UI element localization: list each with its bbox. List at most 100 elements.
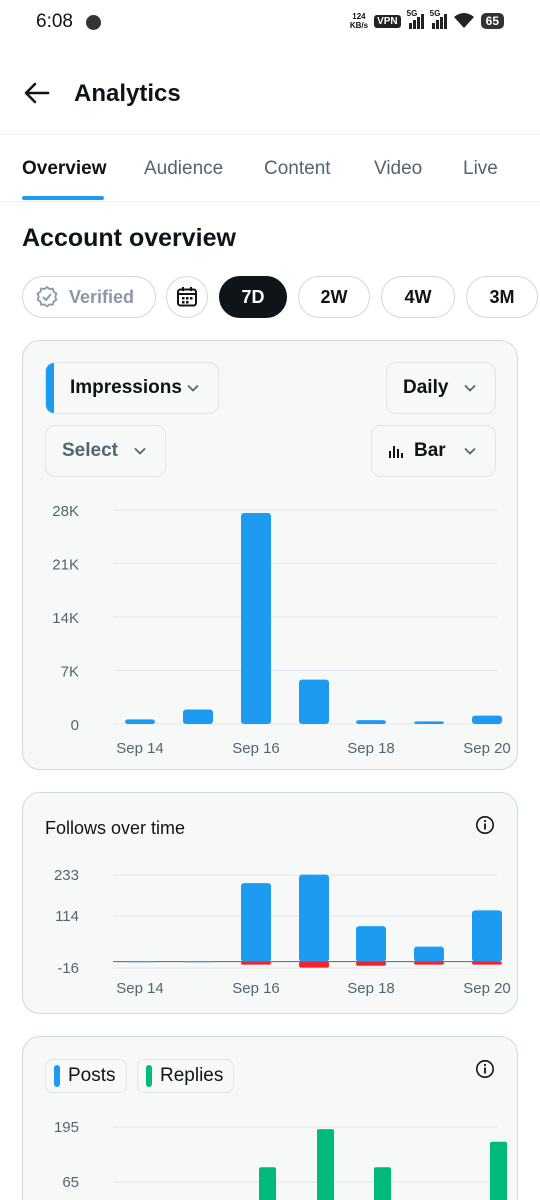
follows-bar bbox=[356, 926, 386, 962]
calendar-button[interactable] bbox=[166, 276, 208, 318]
info-icon[interactable] bbox=[475, 815, 495, 835]
x-tick-label: Sep 16 bbox=[232, 740, 280, 757]
info-icon[interactable] bbox=[475, 1059, 495, 1079]
follows-bar bbox=[414, 946, 444, 962]
y-tick-label: 21K bbox=[52, 557, 79, 574]
impressions-chart: 28K 21K 14K 7K 0 Sep 14 Sep 16 Sep 18 Sep 20 bbox=[52, 503, 511, 757]
chevron-down-icon bbox=[464, 447, 476, 455]
status-time: 6:08 bbox=[36, 11, 73, 32]
y-tick-label: 0 bbox=[71, 717, 79, 734]
chart-type-dropdown-label: Bar bbox=[414, 440, 446, 461]
notification-icon bbox=[86, 15, 101, 30]
follows-bar bbox=[472, 910, 502, 962]
verified-filter[interactable]: Verified bbox=[22, 276, 156, 318]
impressions-bar bbox=[356, 720, 386, 724]
replies-bar bbox=[317, 1129, 334, 1200]
impressions-bar bbox=[125, 719, 155, 724]
x-tick-label: Sep 14 bbox=[116, 740, 164, 757]
tab-live[interactable]: Live bbox=[463, 158, 498, 180]
unfollows-bar bbox=[472, 961, 502, 965]
range-3m-button[interactable]: 3M bbox=[466, 276, 538, 318]
unfollows-bar bbox=[356, 961, 386, 966]
posts-replies-card: Posts Replies 195 65 bbox=[22, 1036, 518, 1200]
unfollows-bar bbox=[241, 961, 271, 965]
chart-type-dropdown[interactable]: Bar bbox=[371, 425, 496, 477]
active-tab-indicator bbox=[22, 196, 104, 200]
range-2w-button[interactable]: 2W bbox=[298, 276, 370, 318]
tab-overview[interactable]: Overview bbox=[22, 158, 107, 180]
verified-badge-icon bbox=[36, 285, 58, 308]
replies-bar bbox=[374, 1167, 391, 1200]
section-title: Account overview bbox=[22, 224, 236, 252]
impressions-bar bbox=[183, 709, 213, 724]
tab-content[interactable]: Content bbox=[264, 158, 331, 180]
posts-replies-chart: 195 65 bbox=[54, 1119, 507, 1200]
y-tick-label: 14K bbox=[52, 610, 79, 627]
back-arrow-icon[interactable] bbox=[22, 78, 52, 108]
follows-bar bbox=[125, 961, 155, 963]
unfollows-bar bbox=[414, 961, 444, 965]
chevron-down-icon bbox=[187, 384, 199, 392]
x-tick-label: Sep 20 bbox=[463, 740, 511, 757]
interval-dropdown-label: Daily bbox=[403, 377, 449, 398]
legend-posts-label: Posts bbox=[68, 1065, 116, 1086]
impressions-card: Impressions Daily Select Bar 28K 21K 14K 7K… bbox=[22, 340, 518, 770]
y-tick-label: 28K bbox=[52, 503, 79, 520]
follows-bar bbox=[241, 883, 271, 962]
x-tick-label: Sep 18 bbox=[347, 740, 395, 757]
calendar-icon bbox=[177, 287, 197, 307]
follows-card: Follows over time 233 114 -16 Sep 14 Sep 16 S… bbox=[22, 792, 518, 1014]
network-speed: 124 KB/s bbox=[349, 12, 369, 30]
battery-icon: 65 bbox=[480, 13, 504, 29]
signal-icon-2: 5G bbox=[430, 9, 447, 29]
metric-dropdown-label: Impressions bbox=[70, 377, 182, 398]
tab-audience[interactable]: Audience bbox=[144, 158, 223, 180]
x-tick-label: Sep 18 bbox=[347, 980, 395, 997]
impressions-bar bbox=[472, 715, 502, 724]
follows-card-title: Follows over time bbox=[45, 818, 186, 838]
replies-bar bbox=[490, 1141, 507, 1200]
y-tick-label: 114 bbox=[55, 908, 79, 925]
posts-swatch bbox=[54, 1065, 60, 1087]
unfollows-bar bbox=[299, 961, 329, 968]
y-tick-label: 233 bbox=[54, 867, 79, 884]
y-tick-label: 7K bbox=[61, 664, 79, 681]
header-divider bbox=[0, 134, 540, 135]
range-7d-button[interactable]: 7D bbox=[219, 276, 287, 318]
status-icons: 124 KB/s VPN 5G 5G 65 bbox=[349, 9, 504, 30]
legend-replies-label: Replies bbox=[160, 1065, 224, 1086]
signal-icon: 5G bbox=[407, 9, 424, 29]
vpn-badge: VPN bbox=[374, 14, 401, 28]
tab-bar: Overview Audience Content Video Live bbox=[0, 136, 540, 202]
metric-accent bbox=[46, 363, 54, 413]
wifi-icon bbox=[453, 13, 474, 28]
follows-bar bbox=[299, 874, 329, 962]
impressions-bar bbox=[414, 721, 444, 724]
app-header: Analytics bbox=[0, 62, 540, 126]
y-tick-label: 195 bbox=[54, 1119, 79, 1136]
status-bar: 6:08 124 KB/s VPN 5G 5G 65 bbox=[0, 0, 540, 46]
legend-posts[interactable]: Posts bbox=[45, 1059, 127, 1093]
legend-replies[interactable]: Replies bbox=[137, 1059, 235, 1093]
x-tick-label: Sep 14 bbox=[116, 980, 164, 997]
y-tick-label: -16 bbox=[57, 960, 79, 977]
interval-dropdown[interactable]: Daily bbox=[386, 362, 496, 414]
chevron-down-icon bbox=[134, 447, 146, 455]
range-4w-button[interactable]: 4W bbox=[381, 276, 455, 318]
replies-bar bbox=[259, 1167, 276, 1200]
x-tick-label: Sep 16 bbox=[232, 980, 280, 997]
follows-bar bbox=[183, 961, 213, 963]
compare-dropdown-label: Select bbox=[62, 440, 118, 461]
replies-swatch bbox=[146, 1065, 152, 1087]
verified-label: Verified bbox=[69, 286, 135, 307]
follows-chart: 233 114 -16 Sep 14 Sep 16 Sep 18 Sep 20 bbox=[54, 867, 511, 997]
chevron-down-icon bbox=[464, 384, 476, 392]
impressions-bar bbox=[241, 513, 271, 724]
y-tick-label: 65 bbox=[62, 1174, 79, 1191]
page-title: Analytics bbox=[74, 80, 181, 107]
impressions-bar bbox=[299, 679, 329, 724]
x-tick-label: Sep 20 bbox=[463, 980, 511, 997]
metric-dropdown[interactable]: Impressions bbox=[45, 362, 219, 414]
tab-video[interactable]: Video bbox=[374, 158, 422, 180]
compare-dropdown[interactable]: Select bbox=[45, 425, 166, 477]
